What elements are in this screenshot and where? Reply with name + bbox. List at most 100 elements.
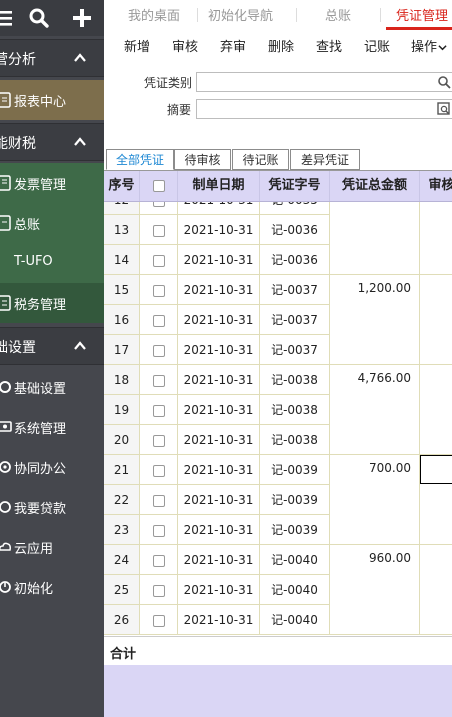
- subtab-diff-vouchers[interactable]: 差异凭证: [290, 149, 360, 170]
- add-button[interactable]: 新增: [124, 36, 150, 55]
- tab-init-guide[interactable]: 初始化导航: [208, 5, 273, 24]
- header-select-all[interactable]: [140, 171, 178, 201]
- row-select[interactable]: [140, 305, 178, 335]
- row-select[interactable]: [140, 275, 178, 305]
- sidebar-item-t-ufo[interactable]: T-UFO: [0, 243, 104, 283]
- subtab-pending-post[interactable]: 待记账: [232, 149, 289, 170]
- row-voucher-no[interactable]: 记-0038: [260, 395, 330, 425]
- row-checkbox[interactable]: [152, 344, 165, 357]
- row-checkbox[interactable]: [152, 554, 165, 567]
- sidebar-section-analysis[interactable]: 营分析: [0, 39, 104, 77]
- row-voucher-no[interactable]: 记-0039: [260, 455, 330, 485]
- row-checkbox[interactable]: [152, 614, 165, 627]
- sidebar-section-base-settings[interactable]: 础设置: [0, 327, 104, 365]
- row-voucher-no[interactable]: 记-0039: [260, 515, 330, 545]
- tab-my-desktop[interactable]: 我的桌面: [128, 5, 180, 24]
- sidebar-item-tax[interactable]: 税务管理: [0, 283, 104, 323]
- row-checkbox[interactable]: [152, 314, 165, 327]
- row-voucher-no[interactable]: 记-0039: [260, 485, 330, 515]
- tab-divider: [197, 8, 198, 22]
- sidebar-item-invoice[interactable]: 发票管理: [0, 163, 104, 203]
- sidebar-section-finance-tax[interactable]: 能财税: [0, 123, 104, 161]
- row-voucher-no[interactable]: 记-0040: [260, 575, 330, 605]
- row-checkbox[interactable]: [152, 254, 165, 267]
- search-icon[interactable]: [27, 6, 51, 30]
- sidebar-item-cloud[interactable]: 云应用: [0, 527, 104, 567]
- row-select[interactable]: [140, 365, 178, 395]
- filter-form: 凭证类别 摘要: [104, 64, 452, 124]
- sidebar-item-system[interactable]: 系统管理: [0, 407, 104, 447]
- row-select[interactable]: [140, 425, 178, 455]
- lookup-icon[interactable]: [437, 75, 451, 89]
- post-button[interactable]: 记账: [364, 36, 390, 55]
- row-select[interactable]: [140, 215, 178, 245]
- row-checkbox[interactable]: [152, 404, 165, 417]
- operations-dropdown[interactable]: 操作: [411, 36, 447, 55]
- chevron-up-icon[interactable]: [72, 50, 88, 66]
- row-number: 24: [104, 545, 140, 575]
- audit-button[interactable]: 审核: [172, 36, 198, 55]
- sidebar-item-label: 基础设置: [14, 382, 67, 397]
- subtab-pending-audit[interactable]: 待审核: [174, 149, 231, 170]
- collab-icon: [0, 461, 11, 473]
- row-voucher-no[interactable]: 记-0037: [260, 335, 330, 365]
- row-select[interactable]: [140, 245, 178, 275]
- row-voucher-no[interactable]: 记-0037: [260, 275, 330, 305]
- row-date: 2021-10-31: [178, 395, 260, 425]
- row-checkbox[interactable]: [152, 584, 165, 597]
- sidebar-item-init[interactable]: 初始化: [0, 567, 104, 607]
- row-number: 21: [104, 455, 140, 485]
- audit-cell[interactable]: [420, 455, 452, 545]
- row-date: 2021-10-31: [178, 245, 260, 275]
- subtab-all-vouchers[interactable]: 全部凭证: [106, 149, 174, 170]
- row-select[interactable]: [140, 485, 178, 515]
- row-number: 18: [104, 365, 140, 395]
- delete-button[interactable]: 删除: [268, 36, 294, 55]
- row-date: 2021-10-31: [178, 335, 260, 365]
- summary-field[interactable]: [196, 99, 452, 119]
- row-checkbox[interactable]: [152, 524, 165, 537]
- row-select[interactable]: [140, 605, 178, 635]
- chevron-up-icon[interactable]: [72, 134, 88, 150]
- sidebar-item-collab[interactable]: 协同办公: [0, 447, 104, 487]
- sidebar-item-report-center[interactable]: 报表中心: [0, 80, 104, 120]
- row-voucher-no[interactable]: 记-0038: [260, 425, 330, 455]
- audit-cell[interactable]: [420, 275, 452, 365]
- row-checkbox[interactable]: [152, 464, 165, 477]
- audit-cell[interactable]: [420, 365, 452, 455]
- plus-icon[interactable]: [70, 6, 94, 30]
- row-select[interactable]: [140, 455, 178, 485]
- ref-lookup-icon[interactable]: [437, 102, 451, 116]
- row-checkbox[interactable]: [152, 224, 165, 237]
- row-checkbox[interactable]: [152, 434, 165, 447]
- tab-general-ledger[interactable]: 总账: [325, 5, 351, 24]
- row-checkbox[interactable]: [152, 494, 165, 507]
- sidebar-item-label: 系统管理: [14, 422, 67, 437]
- sidebar-item-base-settings[interactable]: 基础设置: [0, 367, 104, 407]
- row-checkbox[interactable]: [152, 374, 165, 387]
- row-voucher-no[interactable]: 记-0040: [260, 545, 330, 575]
- chevron-up-icon[interactable]: [72, 338, 88, 354]
- audit-cell[interactable]: [420, 545, 452, 635]
- selected-audit-cell[interactable]: [420, 455, 452, 484]
- row-select[interactable]: [140, 545, 178, 575]
- row-voucher-no[interactable]: 记-0036: [260, 215, 330, 245]
- find-button[interactable]: 查找: [316, 36, 342, 55]
- select-all-checkbox[interactable]: [152, 179, 165, 192]
- tab-voucher-management[interactable]: 凭证管理: [396, 5, 448, 24]
- section-label: 能财税: [0, 136, 36, 152]
- unaudit-button[interactable]: 弃审: [220, 36, 246, 55]
- row-voucher-no[interactable]: 记-0036: [260, 245, 330, 275]
- row-select[interactable]: [140, 395, 178, 425]
- row-select[interactable]: [140, 575, 178, 605]
- row-select[interactable]: [140, 515, 178, 545]
- row-select[interactable]: [140, 335, 178, 365]
- row-checkbox[interactable]: [152, 284, 165, 297]
- row-voucher-no[interactable]: 记-0040: [260, 605, 330, 635]
- voucher-type-field[interactable]: [196, 72, 452, 92]
- sidebar-item-ledger[interactable]: 总账: [0, 203, 104, 243]
- menu-icon[interactable]: [0, 6, 16, 30]
- row-voucher-no[interactable]: 记-0037: [260, 305, 330, 335]
- row-voucher-no[interactable]: 记-0038: [260, 365, 330, 395]
- sidebar-item-loan[interactable]: 我要贷款: [0, 487, 104, 527]
